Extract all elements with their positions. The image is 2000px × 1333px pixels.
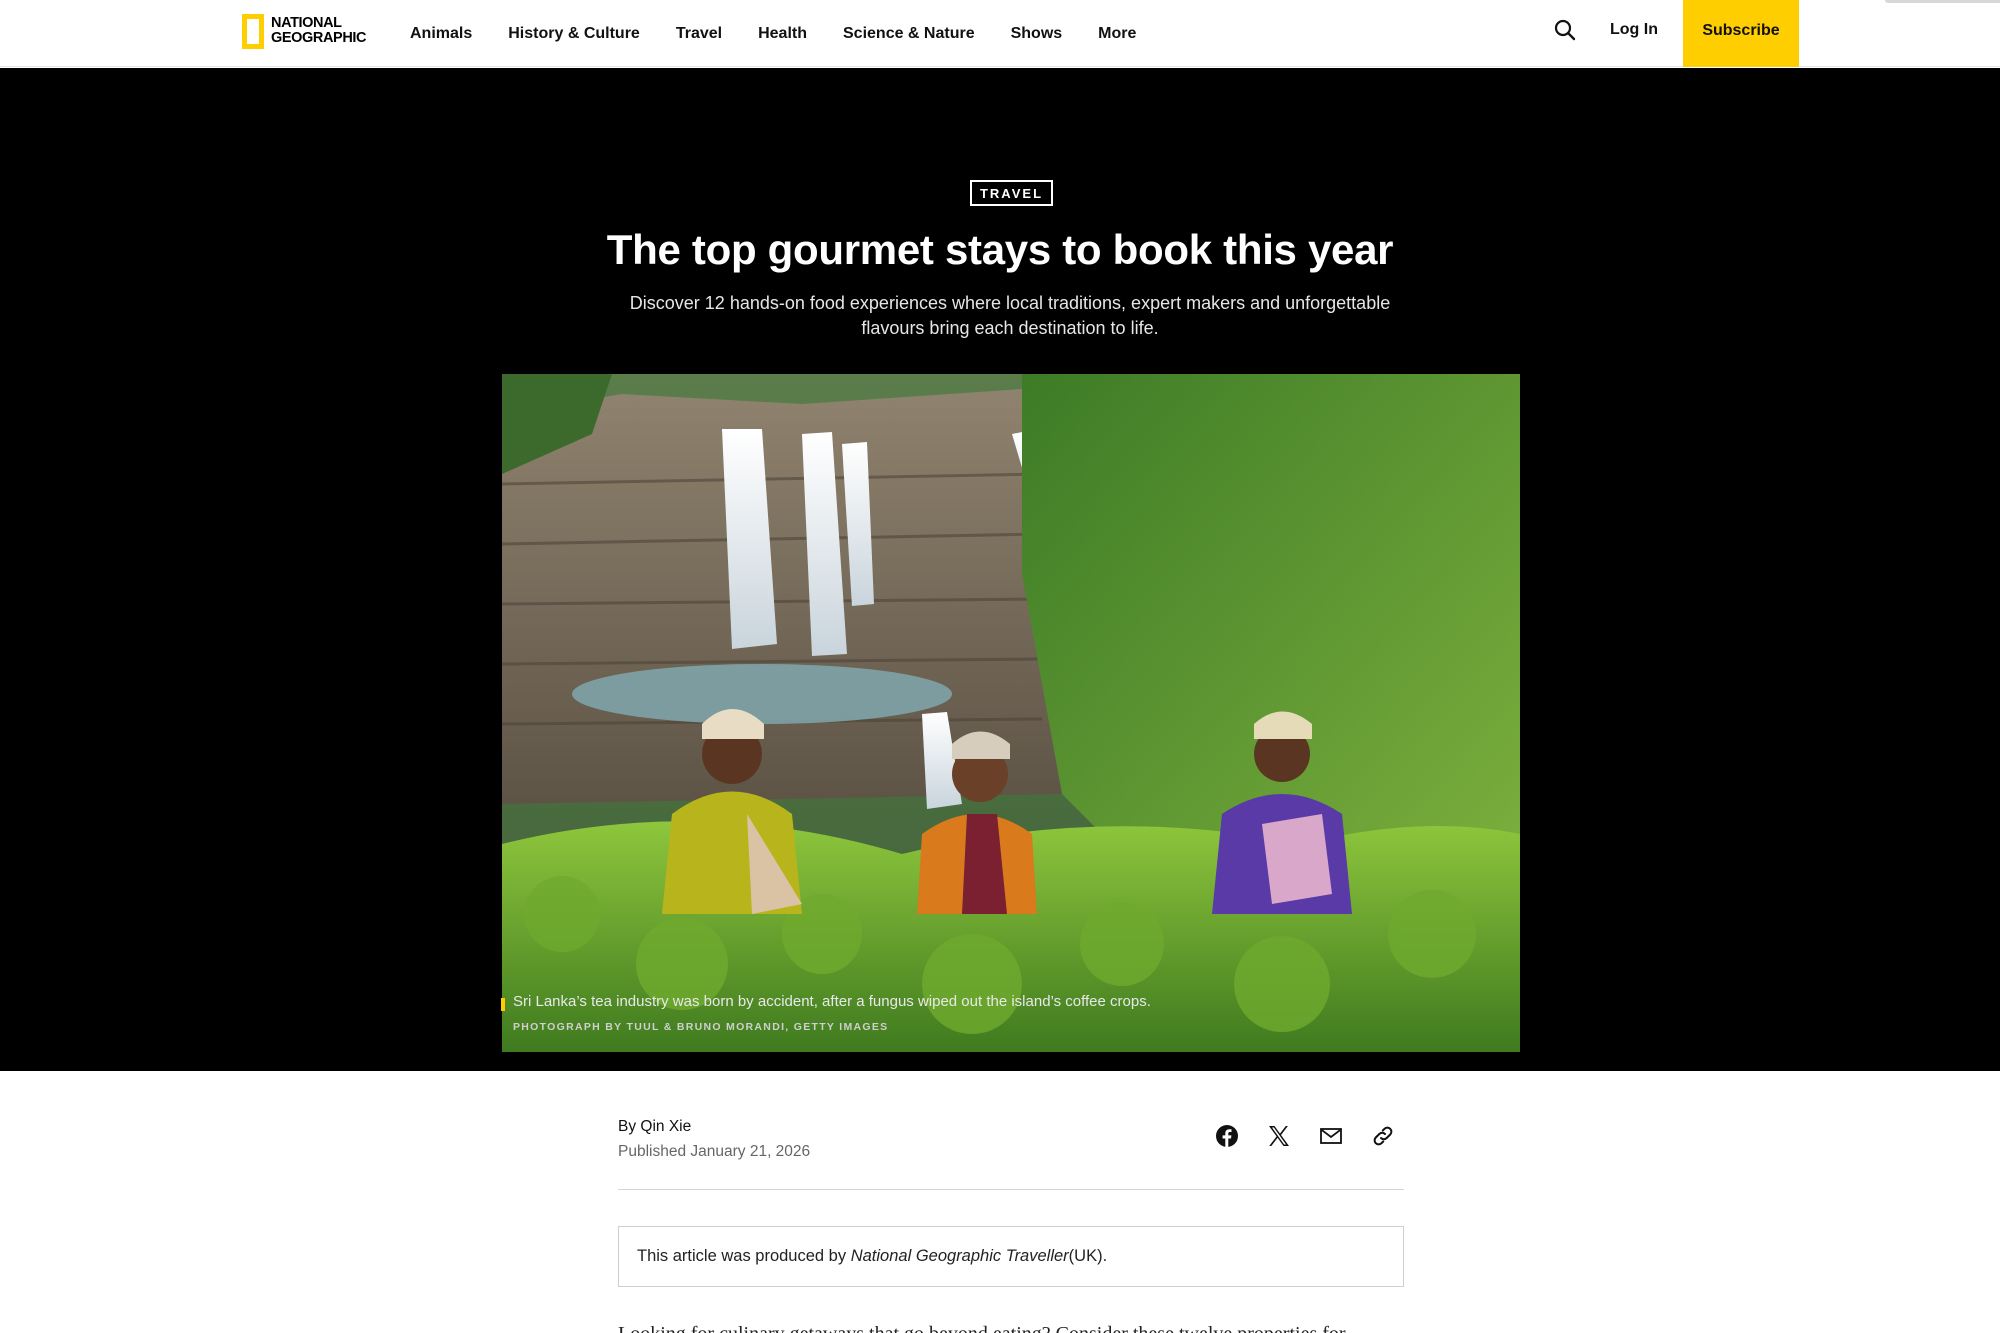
logo-yellow-border-icon (242, 13, 264, 49)
section-kicker[interactable]: TRAVEL (970, 180, 1053, 206)
mail-icon[interactable] (1318, 1123, 1344, 1149)
corner-shadow (1885, 0, 2000, 3)
hero: TRAVEL The top gourmet stays to book thi… (0, 68, 2000, 1071)
nav-health[interactable]: Health (758, 25, 807, 43)
photo-credit: Photograph by Tuul & Bruno Morandi, Gett… (513, 1021, 889, 1033)
nav-travel[interactable]: Travel (676, 25, 722, 43)
byline-prefix: By (618, 1118, 641, 1135)
logo-wordmark: NATIONAL GEOGRAPHIC (271, 16, 366, 46)
nav-more[interactable]: More (1098, 25, 1136, 43)
notice-prefix: This article was produced by (637, 1247, 847, 1265)
link-icon[interactable] (1370, 1123, 1396, 1149)
article-body-peek: Looking for culinary getaways that go be… (618, 1324, 1404, 1333)
top-nav: NATIONAL GEOGRAPHIC Animals History & Cu… (0, 0, 2000, 67)
caption-accent-bar (501, 998, 505, 1011)
natgeo-logo[interactable]: NATIONAL GEOGRAPHIC (242, 13, 366, 49)
logo-line1: NATIONAL (271, 15, 342, 31)
notice-publication: National Geographic Traveller (850, 1247, 1069, 1265)
subscribe-button[interactable]: Subscribe (1683, 0, 1799, 67)
headline: The top gourmet stays to book this year (606, 226, 1394, 273)
notice-suffix: (UK). (1068, 1247, 1108, 1265)
nav-shows[interactable]: Shows (1011, 25, 1063, 43)
nav-animals[interactable]: Animals (410, 25, 472, 43)
publish-date: Published January 21, 2026 (618, 1143, 811, 1160)
hero-photo (502, 374, 1520, 1052)
photo-caption: Sri Lanka’s tea industry was born by acc… (513, 993, 1151, 1010)
share-bar (1214, 1123, 1422, 1149)
logo-line2: GEOGRAPHIC (271, 30, 367, 46)
nav-history-culture[interactable]: History & Culture (508, 25, 640, 43)
nav-science-nature[interactable]: Science & Nature (843, 25, 975, 43)
search-icon[interactable] (1553, 18, 1577, 42)
facebook-icon[interactable] (1214, 1123, 1240, 1149)
meta-divider (618, 1189, 1404, 1190)
production-notice: This article was produced by National Ge… (618, 1226, 1404, 1287)
byline: By Qin Xie (618, 1118, 691, 1136)
login-link[interactable]: Log In (1610, 0, 1658, 67)
dek: Discover 12 hands-on food experiences wh… (629, 293, 1391, 338)
author-link[interactable]: Qin Xie (640, 1118, 691, 1135)
primary-nav: Animals History & Culture Travel Health … (410, 0, 1172, 67)
x-icon[interactable] (1266, 1123, 1292, 1149)
